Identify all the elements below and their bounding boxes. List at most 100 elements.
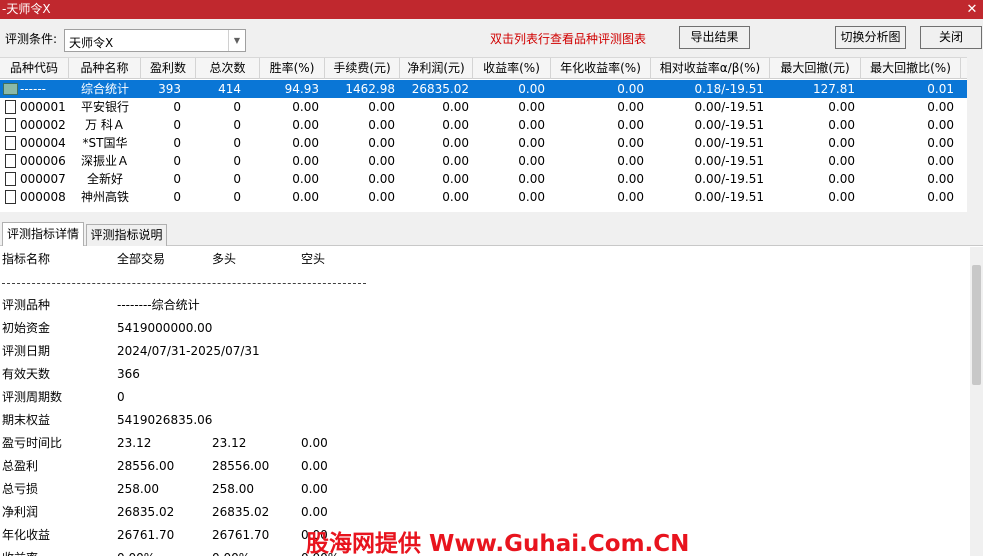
cell-total: 0 bbox=[233, 154, 241, 168]
detail-row: 有效天数 366 bbox=[0, 364, 960, 384]
cell-fee: 1462.98 bbox=[345, 82, 395, 96]
detail-row: 初始资金 5419000000.00 bbox=[0, 318, 960, 338]
metric-name: 年化收益 bbox=[2, 528, 51, 542]
cell-rate: 0.00 bbox=[292, 118, 319, 132]
cell-profit: 0.00 bbox=[442, 172, 469, 186]
export-button[interactable]: 导出结果 bbox=[679, 26, 750, 49]
cell-maxdd: 0.00 bbox=[828, 136, 855, 150]
metric-name: 初始资金 bbox=[2, 321, 51, 335]
column-header[interactable]: 品种代码 bbox=[0, 58, 69, 79]
document-icon bbox=[5, 190, 16, 204]
cell-name: 万 科Ａ bbox=[85, 118, 125, 132]
close-button[interactable]: 关闭 bbox=[920, 26, 982, 49]
table-row[interactable]: 000006 深振业Ａ 0 0 0.00 0.00 0.00 0.00 0.00 0.00/-19… bbox=[0, 152, 967, 170]
cell-total: 0 bbox=[233, 172, 241, 186]
cell-code: ------ bbox=[20, 82, 46, 96]
cell-annual: 0.00 bbox=[617, 172, 644, 186]
chevron-down-icon[interactable]: ▼ bbox=[228, 30, 245, 51]
cell-maxdd: 0.00 bbox=[828, 118, 855, 132]
cell-win: 0 bbox=[173, 136, 181, 150]
column-header[interactable]: 总次数 bbox=[196, 58, 260, 79]
splitter[interactable] bbox=[0, 212, 983, 222]
cell-maxddr: 0.00 bbox=[927, 190, 954, 204]
column-header[interactable]: 最大回撤比(%) bbox=[861, 58, 961, 79]
table-row[interactable]: 000004 *ST国华 0 0 0.00 0.00 0.00 0.00 0.00 0.00/-1… bbox=[0, 134, 967, 152]
cell-relative: 0.00/-19.51 bbox=[694, 154, 764, 168]
column-header[interactable]: 手续费(元) bbox=[325, 58, 400, 79]
detail-scrollbar[interactable] bbox=[970, 247, 983, 556]
cell-profit: 0.00 bbox=[442, 190, 469, 204]
summary-icon bbox=[3, 83, 18, 95]
switch-chart-button[interactable]: 切换分析图 bbox=[835, 26, 906, 49]
metric-value: --------综合统计 bbox=[117, 298, 200, 312]
tab-metrics-detail[interactable]: 评测指标详情 bbox=[2, 222, 84, 246]
cell-code: 000004 bbox=[20, 136, 66, 150]
cell-maxddr: 0.00 bbox=[927, 136, 954, 150]
metric-value: 0.00% bbox=[117, 548, 155, 556]
table-row[interactable]: 000001 平安银行 0 0 0.00 0.00 0.00 0.00 0.00 0.00/-19… bbox=[0, 98, 967, 116]
column-header[interactable]: 品种名称 bbox=[69, 58, 141, 79]
cell-relative: 0.18/-19.51 bbox=[694, 82, 764, 96]
document-icon bbox=[5, 100, 16, 114]
table-row[interactable]: 000007 全新好 0 0 0.00 0.00 0.00 0.00 0.00 0.00/-19.… bbox=[0, 170, 967, 188]
metric-value: 0.00 bbox=[301, 505, 328, 519]
condition-select[interactable]: 天师令X ▼ bbox=[64, 29, 246, 52]
cell-name: 平安银行 bbox=[80, 100, 129, 114]
column-header[interactable]: 盈利数 bbox=[141, 58, 196, 79]
cell-relative: 0.00/-19.51 bbox=[694, 190, 764, 204]
metric-name: 期末权益 bbox=[2, 413, 51, 427]
cell-relative: 0.00/-19.51 bbox=[694, 172, 764, 186]
metric-name: 评测周期数 bbox=[2, 390, 63, 404]
cell-rate: 0.00 bbox=[292, 100, 319, 114]
table-scrollbar[interactable] bbox=[967, 57, 983, 212]
column-header[interactable]: 年化收益率(%) bbox=[551, 58, 651, 79]
detail-row: 评测日期 2024/07/31-2025/07/31 bbox=[0, 341, 960, 361]
metric-name: 评测品种 bbox=[2, 298, 51, 312]
cell-rate: 0.00 bbox=[292, 190, 319, 204]
condition-label: 评测条件: bbox=[5, 32, 58, 46]
cell-profit: 0.00 bbox=[442, 154, 469, 168]
detail-header-long: 多头 bbox=[212, 252, 237, 266]
column-header[interactable]: 最大回撤(元) bbox=[770, 58, 861, 79]
cell-ret: 0.00 bbox=[518, 172, 545, 186]
cell-relative: 0.00/-19.51 bbox=[694, 100, 764, 114]
cell-code: 000006 bbox=[20, 154, 66, 168]
document-icon bbox=[5, 154, 16, 168]
cell-maxddr: 0.00 bbox=[927, 154, 954, 168]
column-header[interactable]: 相对收益率α/β(%) bbox=[651, 58, 770, 79]
cell-ret: 0.00 bbox=[518, 118, 545, 132]
table-row[interactable]: 000002 万 科Ａ 0 0 0.00 0.00 0.00 0.00 0.00 0.00/-19… bbox=[0, 116, 967, 134]
cell-ret: 0.00 bbox=[518, 190, 545, 204]
cell-ret: 0.00 bbox=[518, 154, 545, 168]
cell-maxddr: 0.01 bbox=[927, 82, 954, 96]
table-row[interactable]: ------ 综合统计 393 414 94.93 1462.98 26835.02 0.00… bbox=[0, 80, 967, 98]
column-header[interactable]: 收益率(%) bbox=[473, 58, 551, 79]
cell-code: 000008 bbox=[20, 190, 66, 204]
detail-row: 总亏损 258.00 258.00 0.00 bbox=[0, 479, 960, 499]
condition-value: 天师令X bbox=[69, 36, 114, 50]
scrollbar-thumb[interactable] bbox=[972, 265, 981, 385]
metric-value: 26761.70 bbox=[212, 528, 270, 542]
metric-value: 28556.00 bbox=[212, 459, 270, 473]
metric-value: 258.00 bbox=[117, 482, 159, 496]
cell-name: 全新好 bbox=[86, 172, 123, 186]
table-row[interactable]: 000008 神州高铁 0 0 0.00 0.00 0.00 0.00 0.00 0.00/-19… bbox=[0, 188, 967, 206]
detail-header-all: 全部交易 bbox=[117, 252, 166, 266]
cell-ret: 0.00 bbox=[518, 82, 545, 96]
metric-value: 0.00 bbox=[301, 459, 328, 473]
table-header: 品种代码 品种名称 盈利数 总次数 胜率(%) 手续费(元) 净利润(元) 收益率(%) 年化收… bbox=[0, 57, 967, 79]
cell-annual: 0.00 bbox=[617, 82, 644, 96]
cell-maxdd: 0.00 bbox=[828, 190, 855, 204]
cell-fee: 0.00 bbox=[368, 154, 395, 168]
metric-value: 5419000000.00 bbox=[117, 321, 213, 335]
column-header[interactable]: 胜率(%) bbox=[260, 58, 325, 79]
window-close-icon[interactable]: ✕ bbox=[961, 0, 983, 19]
tab-metrics-description[interactable]: 评测指标说明 bbox=[86, 224, 167, 246]
cell-maxdd: 0.00 bbox=[828, 172, 855, 186]
detail-row: 评测周期数 0 bbox=[0, 387, 960, 407]
cell-code: 000002 bbox=[20, 118, 66, 132]
cell-win: 0 bbox=[173, 118, 181, 132]
cell-maxdd: 127.81 bbox=[813, 82, 855, 96]
column-header[interactable]: 净利润(元) bbox=[400, 58, 473, 79]
metric-value: 23.12 bbox=[117, 436, 152, 450]
